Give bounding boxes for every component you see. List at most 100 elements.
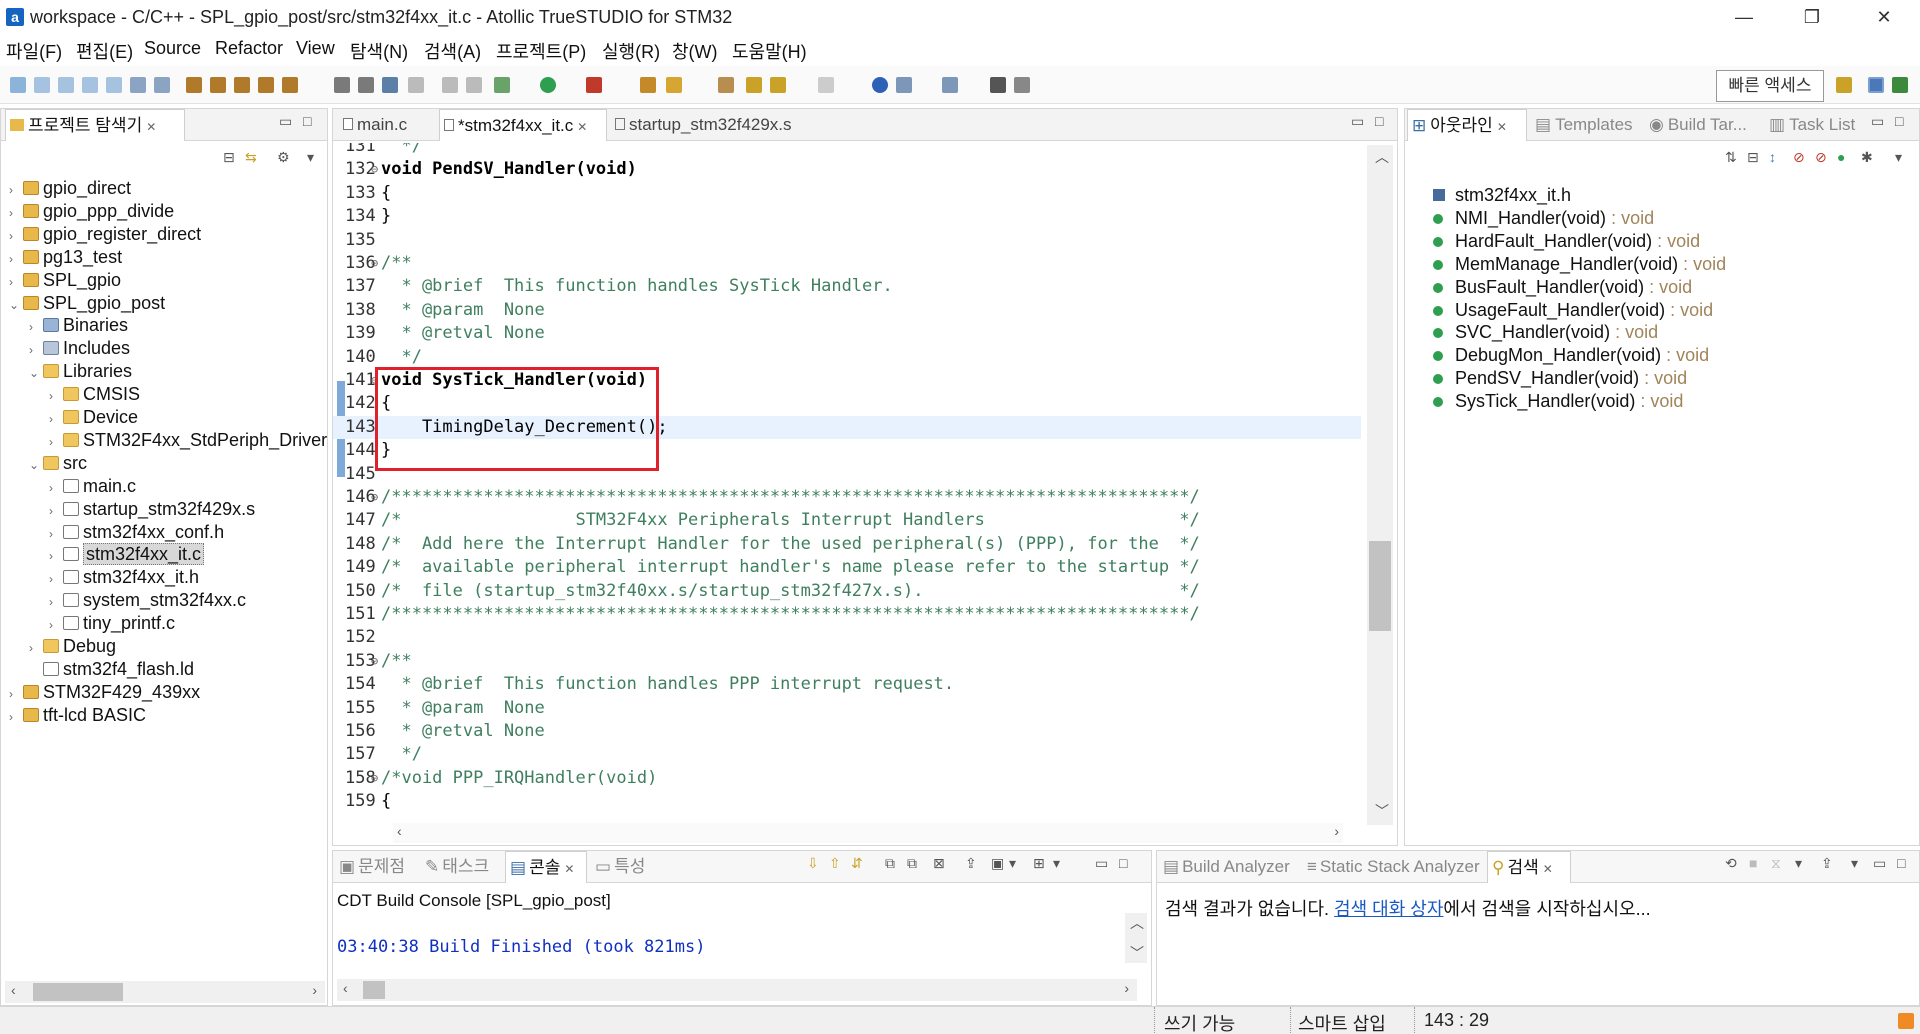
paste-icon[interactable]: ⧉ [907, 855, 917, 872]
scroll-lock-icon[interactable]: ⇵ [851, 855, 863, 872]
maximize-view-icon[interactable]: □ [303, 113, 311, 129]
tab-console[interactable]: ▤ 콘솔 ✕ [505, 851, 587, 883]
save-icon[interactable] [130, 77, 146, 93]
minimize-view-icon[interactable]: ▭ [1351, 113, 1364, 130]
maximize-view-icon[interactable]: □ [1119, 855, 1127, 871]
code-line[interactable]: 134} [333, 205, 1361, 228]
minimize-view-icon[interactable]: ▭ [279, 113, 292, 130]
editor-vscrollbar[interactable]: ︿ ﹀ [1367, 145, 1393, 825]
minimize-button[interactable]: — [1716, 2, 1772, 32]
tab-build-analyzer[interactable]: ▤ Build Analyzer [1159, 851, 1299, 883]
status-insert-mode[interactable]: 스마트 삽입 [1298, 1010, 1386, 1034]
menu-project[interactable]: 프로젝트(P) [496, 38, 586, 64]
code-line[interactable]: 136 ⊖/** [333, 252, 1361, 275]
align-icon[interactable] [466, 77, 482, 93]
code-line[interactable]: 156 * @retval None [333, 720, 1361, 743]
code-line[interactable]: 147/* STM32F4xx Peripherals Interrupt Ha… [333, 509, 1361, 532]
info-icon[interactable] [872, 77, 888, 93]
explorer-hscrollbar[interactable]: ‹ › [5, 981, 325, 1003]
pin-console-icon[interactable]: ⇪ [965, 855, 977, 872]
outline-item[interactable]: DebugMon_Handler(void) : void [1433, 345, 1709, 366]
new-source-icon[interactable] [34, 77, 50, 93]
layout-icon[interactable] [942, 77, 958, 93]
menu-file[interactable]: 파일(F) [6, 38, 62, 64]
build-icon[interactable] [186, 77, 202, 93]
open-type-icon[interactable] [640, 77, 656, 93]
collapse-all-icon[interactable]: ⊟ [1747, 149, 1759, 166]
maximize-button[interactable]: ❐ [1784, 2, 1840, 32]
code-line[interactable]: 153 ⊖/** [333, 650, 1361, 673]
menu-refactor[interactable]: Refactor [215, 38, 283, 59]
scroll-down-icon[interactable]: ⇩ [807, 855, 819, 872]
menu-view[interactable]: View [296, 38, 335, 59]
outline-item[interactable]: BusFault_Handler(void) : void [1433, 277, 1692, 298]
fold-toggle-icon[interactable]: ⊖ [371, 767, 381, 790]
menu-run[interactable]: 실행(R) [602, 38, 660, 64]
code-line[interactable]: 138 * @param None [333, 299, 1361, 322]
refresh-icon[interactable]: ⟲ [1725, 855, 1737, 872]
outline-item[interactable]: SVC_Handler(void) : void [1433, 322, 1658, 343]
tree-item[interactable]: › STM32F4xx_StdPeriph_Driver [49, 427, 327, 453]
build-config-icon[interactable] [282, 77, 298, 93]
scroll-left-icon[interactable]: ‹ [343, 980, 348, 996]
tab-tasks[interactable]: ✎ 태스크 [421, 851, 503, 883]
scroll-thumb[interactable] [363, 981, 385, 999]
debug-perspective-icon[interactable] [1892, 77, 1908, 93]
display-console-icon[interactable]: ▣ [991, 855, 1004, 872]
tab-main-c[interactable]: main.c [339, 109, 439, 141]
scroll-right-icon[interactable]: › [312, 982, 317, 998]
expand-icon[interactable] [990, 77, 1006, 93]
console-vscrollbar[interactable]: ︿ ﹀ [1125, 913, 1147, 963]
close-button[interactable]: ✕ [1856, 2, 1912, 32]
outline-item[interactable]: NMI_Handler(void) : void [1433, 208, 1654, 229]
menu-help[interactable]: 도움말(H) [732, 38, 807, 64]
cancel-search-icon[interactable]: ■ [1749, 855, 1757, 871]
scroll-left-icon[interactable]: ‹ [11, 982, 16, 998]
code-line[interactable]: 150/* file (startup_stm32f40xx.s/startup… [333, 580, 1361, 603]
tab-search[interactable]: ⚲ 검색 ✕ [1487, 851, 1571, 883]
menu-edit[interactable]: 편집(E) [76, 38, 133, 64]
tab-problems[interactable]: ▣ 문제점 [335, 851, 417, 883]
rebuild-icon[interactable] [234, 77, 250, 93]
pin-icon[interactable]: ⇪ [1821, 855, 1833, 872]
cpp-perspective-icon[interactable] [1868, 77, 1884, 93]
code-line[interactable]: 158 ⊖/*void PPP_IRQHandler(void) [333, 767, 1361, 790]
outline-item[interactable]: stm32f4xx_it.h [1433, 185, 1571, 206]
code-line[interactable]: 135 [333, 229, 1361, 252]
code-editor[interactable]: 131 */132 ⊖ void PendSV_Handler(void) 133{1… [333, 143, 1361, 823]
scroll-up-icon[interactable]: ⇧ [829, 855, 841, 872]
minimize-view-icon[interactable]: ▭ [1871, 113, 1884, 130]
code-line[interactable]: 146 ⊖/***********************************… [333, 486, 1361, 509]
new-folder-icon[interactable] [106, 77, 122, 93]
open-element-icon[interactable] [666, 77, 682, 93]
scroll-up-icon[interactable]: ︿ [1375, 147, 1389, 167]
expand-chevron-icon[interactable]: ⌄ [29, 452, 43, 478]
outline-item[interactable]: PendSV_Handler(void) : void [1433, 368, 1687, 389]
fold-toggle-icon[interactable]: ⊖ [371, 158, 381, 181]
debug-run-icon[interactable] [494, 77, 510, 93]
expand-chevron-icon[interactable]: ⌄ [9, 292, 23, 318]
tab-stm32f4xx-it-c[interactable]: *stm32f4xx_it.c ✕ [439, 109, 607, 141]
close-tab-icon[interactable]: ✕ [564, 862, 574, 876]
hide-static-icon[interactable]: ⊘ [1815, 149, 1827, 166]
scroll-down-icon[interactable]: ﹀ [1130, 943, 1144, 963]
bug-icon[interactable] [358, 77, 374, 93]
outline-item[interactable]: UsageFault_Handler(void) : void [1433, 300, 1713, 321]
outline-item[interactable]: MemManage_Handler(void) : void [1433, 254, 1726, 275]
code-line[interactable]: 132 ⊖ void PendSV_Handler(void) [333, 158, 1361, 181]
menu-search[interactable]: 검색(A) [424, 38, 481, 64]
dropdown-icon[interactable]: ▾ [1795, 855, 1802, 872]
tab-outline[interactable]: ⊞ 아웃라인 ✕ [1407, 109, 1527, 141]
copy-icon[interactable]: ⧉ [885, 855, 895, 872]
external-tools-icon[interactable] [586, 77, 602, 93]
editor-hscrollbar[interactable]: ‹ › [393, 823, 1343, 843]
menu-window[interactable]: 창(W) [672, 38, 718, 64]
fold-toggle-icon[interactable]: ⊖ [371, 252, 381, 275]
code-line[interactable]: 154 * @brief This function handles PPP i… [333, 673, 1361, 696]
code-line[interactable]: 151/************************************… [333, 603, 1361, 626]
scroll-thumb[interactable] [1369, 541, 1391, 631]
save-all-icon[interactable] [154, 77, 170, 93]
new-class-icon[interactable] [82, 77, 98, 93]
scroll-up-icon[interactable]: ︿ [1130, 913, 1144, 933]
tree-item[interactable]: › tft-lcd BASIC [9, 702, 146, 728]
